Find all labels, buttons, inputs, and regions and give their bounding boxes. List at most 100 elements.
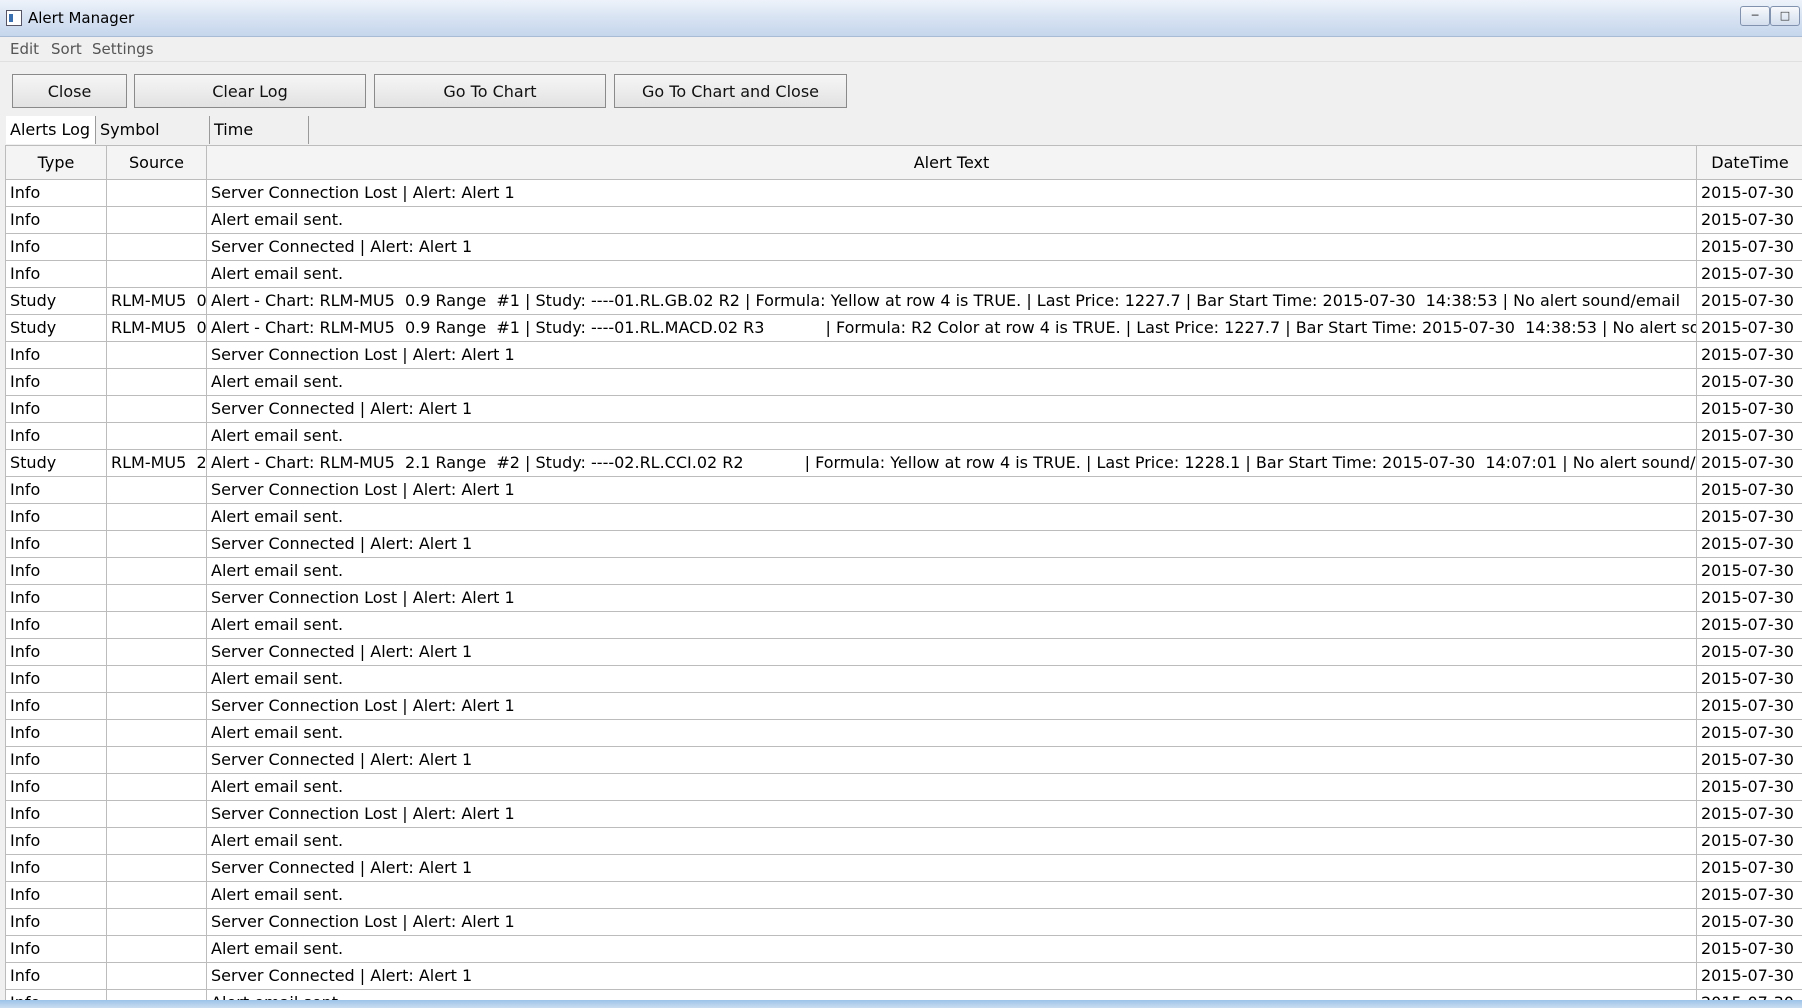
minimize-button[interactable]: ─ [1740, 6, 1770, 26]
table-row[interactable]: Info Alert email sent.2015-07-30 [6, 504, 1802, 531]
table-row[interactable]: Info Server Connection Lost | Alert: Aler… [6, 477, 1802, 504]
table-row[interactable]: Info Alert email sent.2015-07-30 [6, 720, 1802, 747]
menu-edit[interactable]: Edit [10, 40, 39, 58]
table-row[interactable]: Info Alert email sent.2015-07-30 [6, 882, 1802, 909]
cell-alert-text: Alert email sent. [207, 423, 1697, 449]
cell-datetime: 2015-07-30 [1701, 777, 1794, 796]
cell-type: Info [6, 882, 107, 908]
table-row[interactable]: Info Server Connection Lost | Alert: Aler… [6, 180, 1802, 207]
table-row[interactable]: Info Server Connected | Alert: Alert 1 201… [6, 531, 1802, 558]
table-row[interactable]: Info Server Connection Lost | Alert: Aler… [6, 342, 1802, 369]
cell-type: Study [6, 450, 107, 476]
cell-alert-text: Server Connected | Alert: Alert 1 [207, 747, 1697, 773]
column-header-alert-text[interactable]: Alert Text [207, 146, 1697, 179]
cell-datetime: 2015-07-30 [1701, 426, 1794, 445]
menu-settings[interactable]: Settings [92, 40, 154, 58]
cell-datetime: 2015-07-30 [1701, 210, 1794, 229]
column-header-type[interactable]: Type [6, 146, 107, 179]
cell-datetime: 2015-07-30 [1701, 480, 1794, 499]
table-row[interactable]: Info Alert email sent.2015-07-30 [6, 774, 1802, 801]
cell-datetime: 2015-07-30 [1701, 183, 1794, 202]
cell-alert-text: Alert email sent. [207, 882, 1697, 908]
table-row[interactable]: Study RLM-MU5 2. Alert - Chart: RLM-MU5 2.… [6, 450, 1802, 477]
cell-source [107, 234, 207, 260]
table-row[interactable]: Info Alert email sent.2015-07-30 [6, 261, 1802, 288]
table-row[interactable]: Info Server Connection Lost | Alert: Aler… [6, 909, 1802, 936]
table-row[interactable]: Info Server Connection Lost | Alert: Aler… [6, 585, 1802, 612]
cell-source [107, 801, 207, 827]
table-row[interactable]: Info Alert email sent.2015-07-30 [6, 207, 1802, 234]
cell-datetime: 2015-07-30 [1701, 345, 1794, 364]
cell-alert-text: Alert email sent. [207, 666, 1697, 692]
table-row[interactable]: Info Alert email sent.2015-07-30 [6, 612, 1802, 639]
table-row[interactable]: Info Server Connection Lost | Alert: Aler… [6, 693, 1802, 720]
alerts-log-table: Type Source Alert Text DateTime Info Serv… [5, 145, 1802, 1001]
cell-type: Study [6, 288, 107, 314]
cell-source [107, 855, 207, 881]
table-row[interactable]: Info Alert email sent.2015-07-30 [6, 423, 1802, 450]
cell-source [107, 936, 207, 962]
table-row[interactable]: Info Alert email sent.2015-07-30 [6, 828, 1802, 855]
cell-source [107, 342, 207, 368]
cell-source [107, 774, 207, 800]
table-row[interactable]: Study RLM-MU5 0. Alert - Chart: RLM-MU5 0.… [6, 315, 1802, 342]
go-to-chart-and-close-button[interactable]: Go To Chart and Close [614, 74, 847, 108]
cell-alert-text: Server Connection Lost | Alert: Alert 1 [207, 801, 1697, 827]
cell-type: Info [6, 585, 107, 611]
table-row[interactable]: Info Server Connected | Alert: Alert 1 201… [6, 855, 1802, 882]
cell-alert-text: Alert email sent. [207, 612, 1697, 638]
tab-alerts-log[interactable]: Alerts Log [6, 116, 96, 144]
table-row[interactable]: Info Server Connected | Alert: Alert 1 201… [6, 639, 1802, 666]
table-row[interactable]: Info Server Connection Lost | Alert: Aler… [6, 801, 1802, 828]
cell-source [107, 558, 207, 584]
table-header: Type Source Alert Text DateTime [6, 146, 1802, 180]
cell-type: Info [6, 369, 107, 395]
cell-source [107, 180, 207, 206]
cell-source [107, 585, 207, 611]
cell-type: Info [6, 531, 107, 557]
cell-type: Info [6, 234, 107, 260]
cell-datetime: 2015-07-30 [1701, 453, 1794, 472]
table-row[interactable]: Info Server Connected | Alert: Alert 1 201… [6, 963, 1802, 990]
column-header-source[interactable]: Source [107, 146, 207, 179]
cell-source [107, 747, 207, 773]
table-row[interactable]: Info Server Connected | Alert: Alert 1 201… [6, 747, 1802, 774]
column-header-datetime[interactable]: DateTime [1697, 146, 1802, 179]
cell-alert-text: Server Connected | Alert: Alert 1 [207, 234, 1697, 260]
table-row[interactable]: Info Alert email sent.2015-07-30 [6, 558, 1802, 585]
cell-type: Info [6, 963, 107, 989]
cell-alert-text: Alert email sent. [207, 261, 1697, 287]
table-row[interactable]: Info Server Connected | Alert: Alert 1 201… [6, 396, 1802, 423]
cell-source [107, 720, 207, 746]
cell-type: Info [6, 747, 107, 773]
close-button[interactable]: Close [12, 74, 127, 108]
minimize-icon: ─ [1751, 9, 1759, 22]
menu-sort[interactable]: Sort [51, 40, 82, 58]
maximize-button[interactable]: □ [1770, 6, 1800, 26]
tab-symbol-alerts[interactable]: Symbol Alerts [96, 116, 210, 167]
cell-type: Info [6, 720, 107, 746]
tab-time-alerts[interactable]: Time Alerts [210, 116, 309, 167]
cell-datetime: 2015-07-30 [1701, 966, 1794, 985]
cell-alert-text: Server Connection Lost | Alert: Alert 1 [207, 585, 1697, 611]
table-row[interactable]: Info Alert email sent.2015-07-30 [6, 369, 1802, 396]
cell-alert-text: Server Connection Lost | Alert: Alert 1 [207, 180, 1697, 206]
go-to-chart-button[interactable]: Go To Chart [374, 74, 606, 108]
table-body: Info Server Connection Lost | Alert: Aler… [6, 180, 1802, 1001]
cell-type: Info [6, 936, 107, 962]
cell-datetime: 2015-07-30 [1701, 237, 1794, 256]
cell-source [107, 666, 207, 692]
table-row[interactable]: Info Alert email sent.2015-07-30 [6, 936, 1802, 963]
cell-datetime: 2015-07-30 [1701, 372, 1794, 391]
cell-datetime: 2015-07-30 [1701, 804, 1794, 823]
cell-type: Info [6, 207, 107, 233]
table-row[interactable]: Study RLM-MU5 0. Alert - Chart: RLM-MU5 0.… [6, 288, 1802, 315]
cell-alert-text: Alert email sent. [207, 720, 1697, 746]
table-row[interactable]: Info Server Connected | Alert: Alert 1 201… [6, 234, 1802, 261]
cell-type: Info [6, 477, 107, 503]
table-row[interactable]: Info Alert email sent.2015-07-30 [6, 666, 1802, 693]
cell-datetime: 2015-07-30 [1701, 615, 1794, 634]
cell-source [107, 909, 207, 935]
title-bar[interactable]: Alert Manager ─ □ [0, 0, 1802, 37]
clear-log-button[interactable]: Clear Log [134, 74, 366, 108]
